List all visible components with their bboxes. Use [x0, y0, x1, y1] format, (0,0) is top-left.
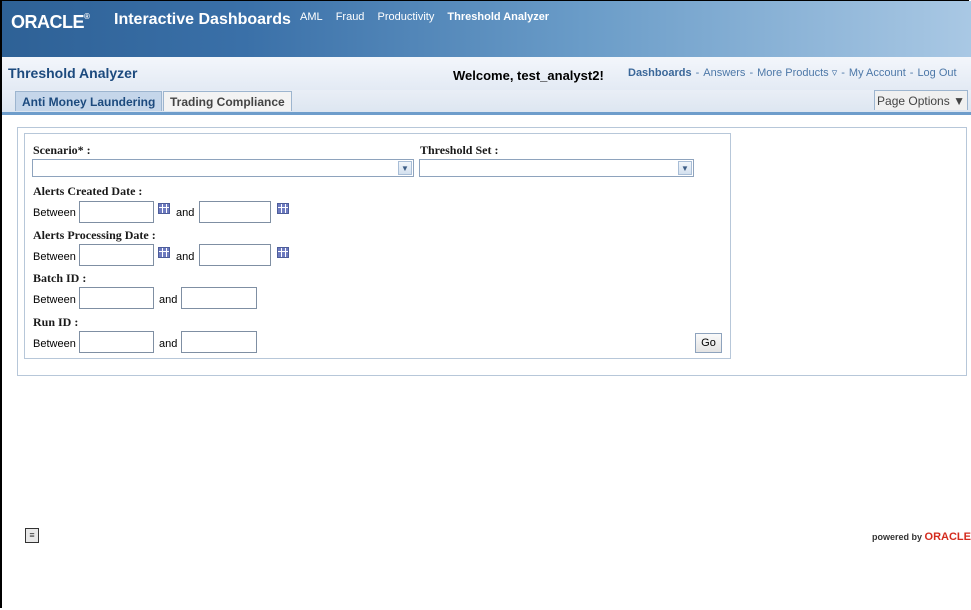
page-options-button[interactable]: Page Options ▼	[874, 90, 968, 110]
calendar-icon[interactable]	[158, 203, 170, 214]
and-text: and	[159, 338, 178, 350]
and-text: and	[176, 207, 195, 219]
answers-link[interactable]: Answers	[703, 67, 745, 79]
and-text: and	[176, 251, 195, 263]
alerts-processing-to-input[interactable]	[199, 244, 271, 266]
run-id-to-input[interactable]	[181, 331, 257, 353]
between-text: Between	[33, 338, 76, 350]
alerts-processing-date-label: Alerts Processing Date :	[33, 228, 156, 242]
my-account-link[interactable]: My Account	[849, 67, 906, 79]
chevron-down-icon: ▼	[398, 161, 412, 175]
chevron-down-icon: ▿	[831, 67, 838, 79]
page-tabs: Anti Money Laundering Trading Compliance…	[2, 90, 971, 115]
and-text: and	[159, 294, 178, 306]
app-header: ORACLE® Interactive Dashboards AML Fraud…	[2, 1, 971, 57]
more-products-link[interactable]: More Products ▿	[757, 67, 837, 79]
batch-id-from-input[interactable]	[79, 287, 154, 309]
nav-fraud[interactable]: Fraud	[336, 11, 365, 23]
tab-anti-money-laundering[interactable]: Anti Money Laundering	[15, 91, 163, 111]
powered-by-oracle: powered by ORACLE	[872, 531, 971, 543]
nav-productivity[interactable]: Productivity	[378, 11, 435, 23]
scenario-select[interactable]: ▼	[32, 159, 414, 177]
alerts-created-to-input[interactable]	[199, 201, 271, 223]
alerts-created-from-input[interactable]	[79, 201, 154, 223]
calendar-icon[interactable]	[158, 247, 170, 258]
threshold-set-select[interactable]: ▼	[419, 159, 694, 177]
product-name: Interactive Dashboards	[114, 11, 291, 28]
dashboards-link[interactable]: Dashboards	[628, 67, 692, 79]
chevron-down-icon: ▼	[678, 161, 692, 175]
nav-aml[interactable]: AML	[300, 11, 323, 23]
nav-threshold-analyzer[interactable]: Threshold Analyzer	[447, 11, 549, 23]
chevron-down-icon: ▼	[953, 94, 965, 108]
welcome-message: Welcome, test_analyst2!	[453, 68, 604, 83]
alerts-processing-from-input[interactable]	[79, 244, 154, 266]
printer-icon[interactable]: ≡	[25, 528, 39, 543]
page-title: Threshold Analyzer	[8, 65, 138, 81]
run-id-label: Run ID :	[33, 315, 79, 329]
dashboard-nav: AML Fraud Productivity Threshold Analyze…	[300, 11, 559, 23]
scenario-label: Scenario* :	[33, 143, 91, 157]
alerts-created-date-label: Alerts Created Date :	[33, 184, 143, 198]
tab-trading-compliance[interactable]: Trading Compliance	[163, 91, 292, 111]
batch-id-label: Batch ID :	[33, 271, 87, 285]
threshold-set-label: Threshold Set :	[420, 143, 499, 157]
calendar-icon[interactable]	[277, 247, 289, 258]
log-out-link[interactable]: Log Out	[917, 67, 956, 79]
between-text: Between	[33, 294, 76, 306]
between-text: Between	[33, 207, 76, 219]
global-links: Dashboards - Answers - More Products ▿ - My Ac…	[628, 67, 957, 79]
title-bar: Threshold Analyzer Welcome, test_analyst…	[2, 57, 971, 90]
run-id-from-input[interactable]	[79, 331, 154, 353]
go-button[interactable]: Go	[695, 333, 722, 353]
batch-id-to-input[interactable]	[181, 287, 257, 309]
oracle-logo: ORACLE®	[11, 12, 90, 32]
calendar-icon[interactable]	[277, 203, 289, 214]
between-text: Between	[33, 251, 76, 263]
